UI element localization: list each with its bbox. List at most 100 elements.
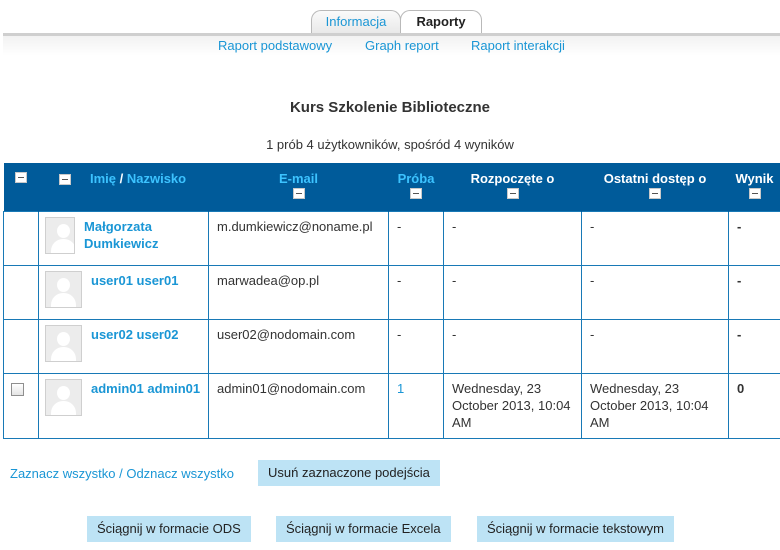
attempt-cell: - xyxy=(388,265,444,320)
subtab-raport-podstawowy[interactable]: Raport podstawowy xyxy=(218,38,332,53)
attempt-cell: - xyxy=(388,319,444,374)
collapse-column-icon[interactable] xyxy=(748,188,761,199)
score-value: - xyxy=(737,327,742,342)
attempts-summary: 1 prób 4 użytkowników, spośród 4 wyników xyxy=(266,137,514,152)
last-access-value: Wednesday, 23 October 2013, 10:04 AM xyxy=(590,381,709,430)
row-select-cell xyxy=(3,265,39,320)
header-score-label[interactable]: Wynik xyxy=(735,171,773,186)
select-links-separator: / xyxy=(115,466,127,481)
last-access-value: - xyxy=(590,273,595,288)
collapse-column-icon[interactable] xyxy=(59,174,71,185)
header-started: Rozpoczęte o xyxy=(443,163,582,212)
started-cell: - xyxy=(443,319,582,374)
tab-informacja[interactable]: Informacja xyxy=(311,10,401,33)
row-select-cell xyxy=(3,211,39,266)
user-name-link[interactable]: user02 user02 xyxy=(91,327,178,342)
table-row: user01 user01 marwadea@op.pl - - - - xyxy=(3,265,780,320)
attempt-value: - xyxy=(397,273,402,288)
download-excel-button[interactable]: Ściągnij w formacie Excela xyxy=(276,516,451,542)
email-text: m.dumkiewicz@noname.pl xyxy=(217,219,373,234)
avatar[interactable] xyxy=(45,325,82,362)
started-cell: - xyxy=(443,211,582,266)
attempt-value: - xyxy=(397,327,402,342)
attempt-cell: - xyxy=(388,211,444,266)
user-name-link[interactable]: Małgorzata Dumkiewicz xyxy=(84,219,158,251)
table-row: admin01 admin01 admin01@nodomain.com 1 W… xyxy=(3,373,780,439)
started-value: - xyxy=(452,219,457,234)
subtab-raport-interakcji[interactable]: Raport interakcji xyxy=(471,38,565,53)
attempt-value: - xyxy=(397,219,402,234)
header-name: Imię / Nazwisko xyxy=(38,163,209,212)
collapse-column-icon[interactable] xyxy=(506,188,519,199)
last-access-value: - xyxy=(590,327,595,342)
started-value: - xyxy=(452,327,457,342)
subtab-bar: Raport podstawowy Graph report Raport in… xyxy=(0,36,780,56)
user-cell: admin01 admin01 xyxy=(38,373,209,439)
email-text: admin01@nodomain.com xyxy=(217,381,366,396)
user-name-link[interactable]: admin01 admin01 xyxy=(91,381,200,396)
avatar[interactable] xyxy=(45,271,82,308)
last-access-cell: - xyxy=(581,265,729,320)
download-ods-button[interactable]: Ściągnij w formacie ODS xyxy=(87,516,251,542)
user-name-link[interactable]: user01 user01 xyxy=(91,273,178,288)
started-cell: - xyxy=(443,265,582,320)
subtab-graph-report[interactable]: Graph report xyxy=(365,38,439,53)
collapse-column-icon[interactable] xyxy=(14,172,27,183)
email-text: user02@nodomain.com xyxy=(217,327,356,342)
user-cell: Małgorzata Dumkiewicz xyxy=(38,211,209,266)
header-started-label[interactable]: Rozpoczęte o xyxy=(471,171,555,186)
row-checkbox[interactable] xyxy=(11,383,24,396)
header-checkbox-col xyxy=(3,163,39,212)
tab-bar: Informacja Raporty xyxy=(0,10,780,34)
user-cell: user02 user02 xyxy=(38,319,209,374)
table-row: user02 user02 user02@nodomain.com - - - … xyxy=(3,319,780,374)
header-last-access-label[interactable]: Ostatni dostęp o xyxy=(604,171,707,186)
collapse-column-icon[interactable] xyxy=(649,188,661,199)
attempt-link[interactable]: 1 xyxy=(397,381,404,396)
score-cell: - xyxy=(728,265,780,320)
table-row: Małgorzata Dumkiewicz m.dumkiewicz@nonam… xyxy=(3,211,780,266)
header-score: Wynik xyxy=(728,163,780,212)
score-cell: - xyxy=(728,211,780,266)
avatar[interactable] xyxy=(45,217,76,254)
attempt-cell: 1 xyxy=(388,373,444,439)
sort-by-attempt-link[interactable]: Próba xyxy=(398,171,435,186)
sort-by-last-name-link[interactable]: Nazwisko xyxy=(127,171,186,186)
user-cell: user01 user01 xyxy=(38,265,209,320)
sort-by-email-link[interactable]: E-mail xyxy=(279,171,318,186)
attempts-table: Imię / Nazwisko E-mail Próba Rozpoczęte … xyxy=(3,163,780,439)
email-cell: marwadea@op.pl xyxy=(208,265,389,320)
last-access-value: - xyxy=(590,219,595,234)
email-cell: user02@nodomain.com xyxy=(208,319,389,374)
header-attempt: Próba xyxy=(388,163,444,212)
score-cell: 0 xyxy=(728,373,780,439)
select-links: Zaznacz wszystko / Odznacz wszystko xyxy=(10,466,234,481)
score-value: - xyxy=(737,273,742,288)
last-access-cell: Wednesday, 23 October 2013, 10:04 AM xyxy=(581,373,729,439)
started-cell: Wednesday, 23 October 2013, 10:04 AM xyxy=(443,373,582,439)
deselect-all-link[interactable]: Odznacz wszystko xyxy=(126,466,234,481)
started-value: Wednesday, 23 October 2013, 10:04 AM xyxy=(452,381,571,430)
collapse-column-icon[interactable] xyxy=(292,188,305,199)
sort-by-first-name-link[interactable]: Imię xyxy=(90,171,116,186)
select-all-link[interactable]: Zaznacz wszystko xyxy=(10,466,115,481)
score-cell: - xyxy=(728,319,780,374)
score-value: 0 xyxy=(737,381,745,396)
delete-selected-attempts-button[interactable]: Usuń zaznaczone podejścia xyxy=(258,460,440,486)
page-title: Kurs Szkolenie Biblioteczne xyxy=(289,99,491,116)
header-email: E-mail xyxy=(208,163,389,212)
row-select-cell xyxy=(3,373,39,439)
started-value: - xyxy=(452,273,457,288)
header-last-access: Ostatni dostęp o xyxy=(581,163,729,212)
last-access-cell: - xyxy=(581,319,729,374)
email-text: marwadea@op.pl xyxy=(217,273,320,288)
download-text-button[interactable]: Ściągnij w formacie tekstowym xyxy=(477,516,674,542)
tab-raporty[interactable]: Raporty xyxy=(400,10,482,34)
score-value: - xyxy=(737,219,742,234)
avatar[interactable] xyxy=(45,379,82,416)
header-name-separator: / xyxy=(116,171,127,186)
table-header-row: Imię / Nazwisko E-mail Próba Rozpoczęte … xyxy=(3,163,780,212)
email-cell: m.dumkiewicz@noname.pl xyxy=(208,211,389,266)
last-access-cell: - xyxy=(581,211,729,266)
collapse-column-icon[interactable] xyxy=(410,188,422,199)
